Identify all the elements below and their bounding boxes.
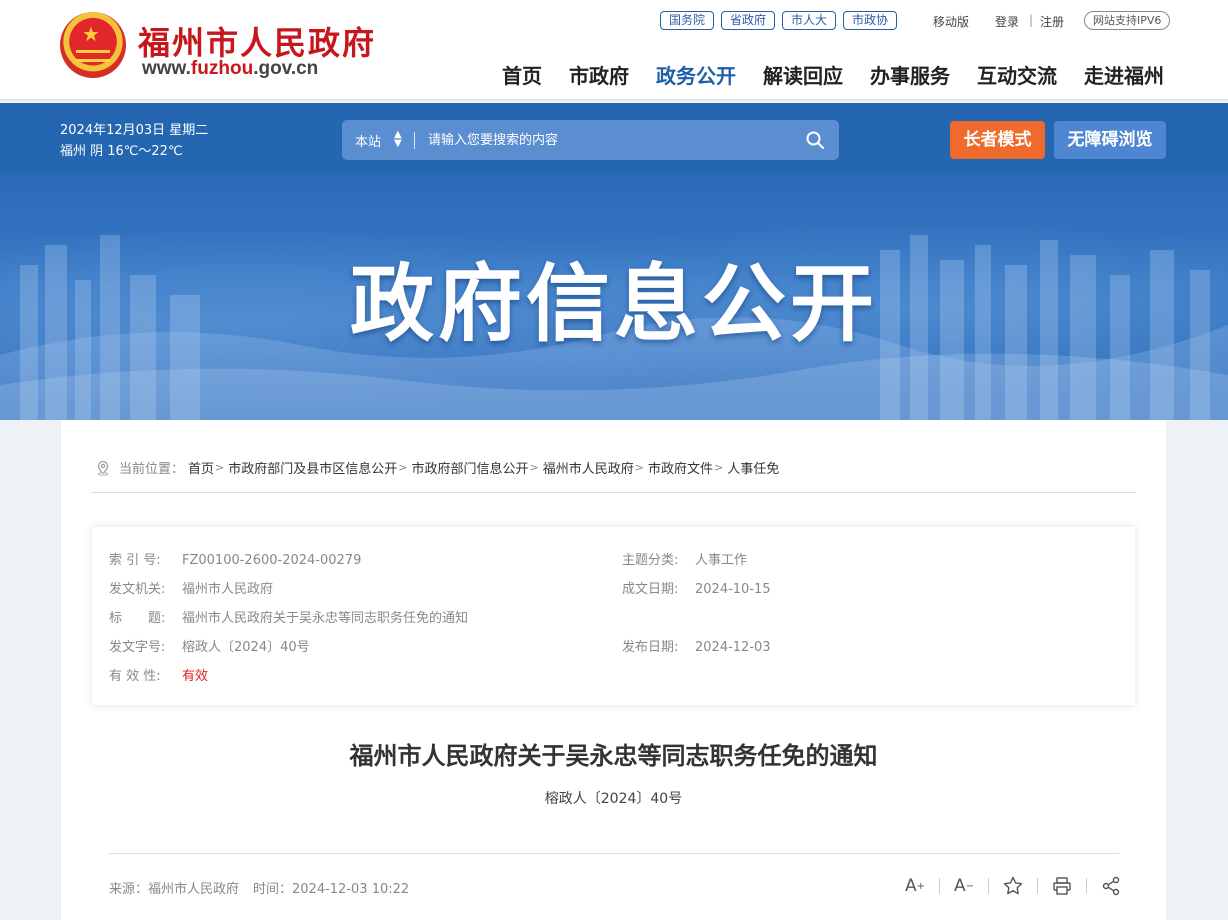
favorite-star-icon[interactable] xyxy=(1002,875,1024,897)
current-date: 2024年12月03日 星期二 xyxy=(60,123,209,138)
link-provincial-gov[interactable]: 省政府 xyxy=(721,11,776,30)
search-input[interactable] xyxy=(428,129,788,151)
link-state-council[interactable]: 国务院 xyxy=(660,11,715,30)
nav-about-fuzhou[interactable]: 走进福州 xyxy=(1084,60,1164,89)
nav-home[interactable]: 首页 xyxy=(502,60,542,89)
font-increase-icon[interactable]: A + xyxy=(904,875,926,897)
publish-time: 时间：2024-12-03 10:22 xyxy=(253,882,410,897)
main-nav: 首页 市政府 政务公开 解读回应 办事服务 互动交流 走进福州 xyxy=(502,60,1164,89)
document-tools: A + A − xyxy=(904,875,1122,897)
elder-mode-button[interactable]: 长者模式 xyxy=(950,121,1045,159)
breadcrumb-appointments[interactable]: 人事任免 xyxy=(727,458,779,477)
meta-publish-date: 发布日期: 2024-12-03 xyxy=(622,640,771,655)
breadcrumb-home[interactable]: 首页 xyxy=(188,458,214,477)
util-separator: | xyxy=(1029,13,1034,27)
meta-written-date: 成文日期: 2024-10-15 xyxy=(622,582,771,597)
info-bar: 2024年12月03日 星期二 福州 阴 16℃～22℃ 本站 ▲▼ 长者模式 … xyxy=(0,103,1228,175)
meta-issuer: 发文机关: 福州市人民政府 xyxy=(109,582,274,597)
meta-title: 标 题: 福州市人民政府关于吴永忠等同志职务任免的通知 xyxy=(109,611,469,626)
banner: 政府信息公开 xyxy=(0,175,1228,420)
print-icon[interactable] xyxy=(1051,875,1073,897)
login-link[interactable]: 登录 xyxy=(995,13,1019,30)
nav-government-affairs[interactable]: 政务公开 xyxy=(656,60,736,89)
breadcrumb-sep: > xyxy=(215,461,225,474)
breadcrumb-dept-info[interactable]: 市政府部门信息公开 xyxy=(411,458,528,477)
search-scope-select[interactable]: 本站 xyxy=(355,131,381,150)
font-decrease-icon[interactable]: A − xyxy=(953,875,975,897)
document-divider xyxy=(109,853,1119,854)
register-link[interactable]: 注册 xyxy=(1040,13,1064,30)
content-card: 当前位置： 首页 > 市政府部门及县市区信息公开 > 市政府部门信息公开 > 福州市人… xyxy=(61,420,1166,920)
meta-index: 索 引 号: FZ00100-2600-2024-00279 xyxy=(109,553,362,568)
document-number: 榕政人〔2024〕40号 xyxy=(544,791,683,807)
meta-topic: 主题分类: 人事工作 xyxy=(622,553,748,568)
top-links: 国务院 省政府 市人大 市政协 xyxy=(660,11,898,30)
search-divider xyxy=(414,132,415,149)
search-icon[interactable] xyxy=(805,130,825,150)
link-municipal-congress[interactable]: 市人大 xyxy=(782,11,837,30)
breadcrumb: 当前位置： 首页 > 市政府部门及县市区信息公开 > 市政府部门信息公开 > 福州市人… xyxy=(95,458,779,477)
mobile-version-link[interactable]: 移动版 xyxy=(933,13,969,30)
document-metadata: 索 引 号: FZ00100-2600-2024-00279 主题分类: 人事工作 … xyxy=(92,527,1135,705)
accessible-browse-button[interactable]: 无障碍浏览 xyxy=(1054,121,1166,159)
site-url: www.fuzhou.gov.cn xyxy=(142,58,319,79)
meta-validity: 有 效 性: 有效 xyxy=(109,669,209,684)
site-header: ★ 福州市人民政府 www.fuzhou.gov.cn 国务院 省政府 市人大 … xyxy=(0,0,1228,101)
breadcrumb-sep: > xyxy=(634,461,644,474)
breadcrumb-gov-documents[interactable]: 市政府文件 xyxy=(648,458,713,477)
ipv6-badge: 网站支持IPV6 xyxy=(1084,11,1171,30)
meta-doc-number: 发文字号: 榕政人〔2024〕40号 xyxy=(109,640,310,655)
search-bar: 本站 ▲ ▼ xyxy=(342,120,839,160)
nav-interaction[interactable]: 互动交流 xyxy=(977,60,1057,89)
breadcrumb-departments[interactable]: 市政府部门及县市区信息公开 xyxy=(228,458,397,477)
updown-arrow-icon: ▲ ▼ xyxy=(394,129,402,149)
national-emblem-icon: ★ xyxy=(60,12,126,78)
link-municipal-cppcc[interactable]: 市政协 xyxy=(843,11,898,30)
breadcrumb-sep: > xyxy=(529,461,539,474)
document-source: 来源：福州市人民政府 时间：2024-12-03 10:22 xyxy=(109,878,409,897)
share-icon[interactable] xyxy=(1100,875,1122,897)
breadcrumb-sep: > xyxy=(398,461,408,474)
breadcrumb-fuzhou-gov[interactable]: 福州市人民政府 xyxy=(543,458,634,477)
date-weather: 2024年12月03日 星期二 福州 阴 16℃～22℃ xyxy=(60,120,208,162)
nav-services[interactable]: 办事服务 xyxy=(870,60,950,89)
weather: 福州 阴 16℃～22℃ xyxy=(60,144,183,159)
location-pin-icon xyxy=(97,460,109,476)
nav-city-government[interactable]: 市政府 xyxy=(569,60,629,89)
source-label: 来源：福州市人民政府 xyxy=(109,882,240,897)
document-title: 福州市人民政府关于吴永忠等同志职务任免的通知 xyxy=(349,742,878,770)
breadcrumb-prefix: 当前位置： xyxy=(119,462,185,477)
breadcrumb-sep: > xyxy=(713,461,724,474)
nav-interpretation[interactable]: 解读回应 xyxy=(763,60,843,89)
banner-title: 政府信息公开 xyxy=(349,255,878,353)
breadcrumb-divider xyxy=(91,492,1136,493)
